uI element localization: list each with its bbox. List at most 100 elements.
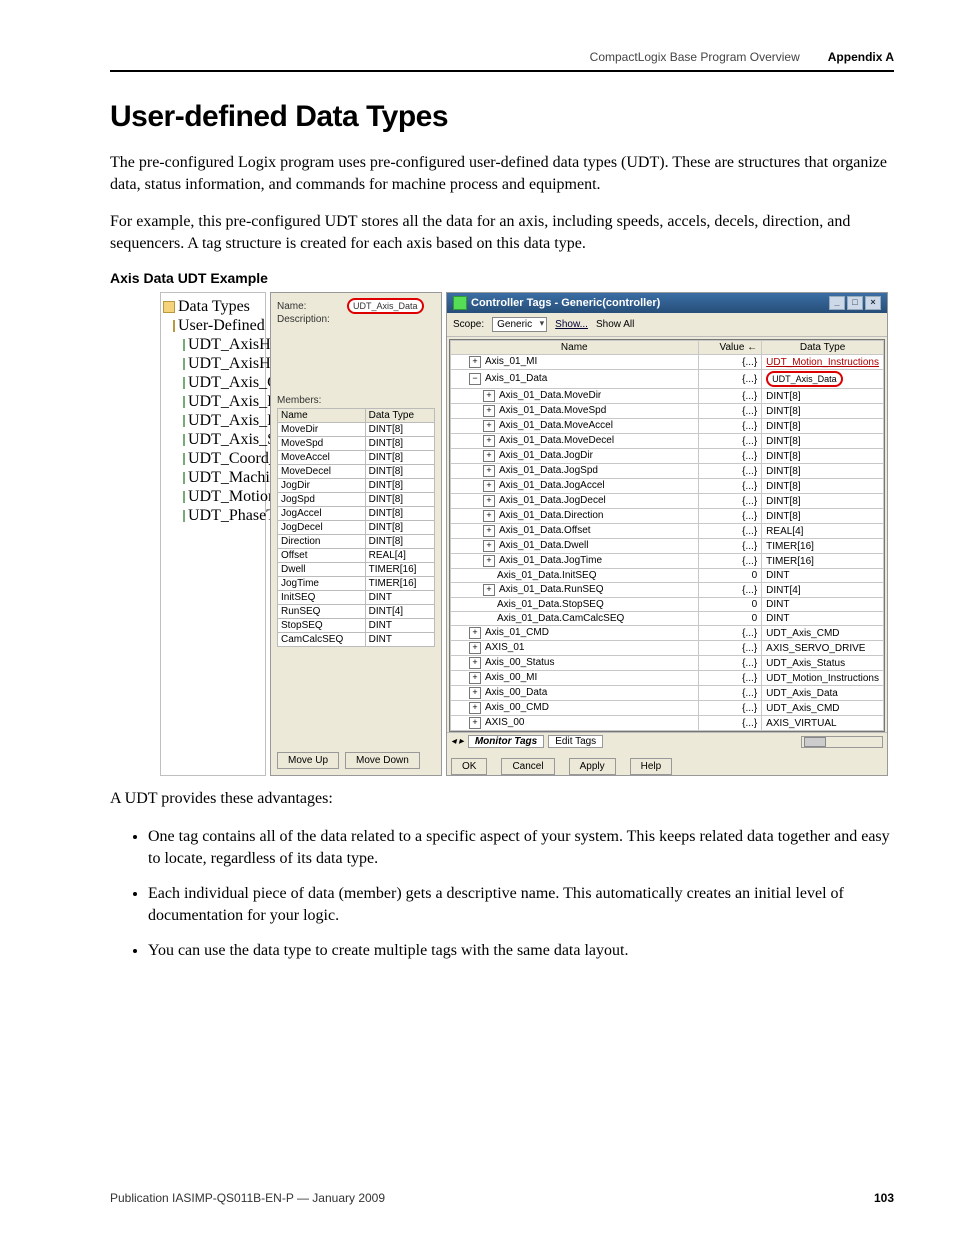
tags-col-name[interactable]: Name: [451, 341, 699, 355]
tree-root[interactable]: Data Types: [163, 298, 263, 316]
expand-icon[interactable]: +: [483, 480, 495, 492]
scope-combo[interactable]: Generic: [492, 317, 547, 332]
tag-row[interactable]: +Axis_01_Data.JogDecel{...}DINT[8]: [451, 494, 884, 509]
tags-col-value[interactable]: Value: [720, 342, 745, 353]
expand-icon[interactable]: +: [483, 390, 495, 402]
tree-item[interactable]: UDT_Machine: [183, 469, 263, 487]
tag-row[interactable]: +Axis_01_CMD{...}UDT_Axis_CMD: [451, 626, 884, 641]
expand-icon[interactable]: +: [469, 702, 481, 714]
expand-icon[interactable]: +: [483, 584, 495, 596]
tag-row[interactable]: −Axis_01_Data{...}UDT_Axis_Data: [451, 370, 884, 389]
expand-icon[interactable]: +: [483, 555, 495, 567]
member-row[interactable]: JogDirDINT[8]: [278, 479, 435, 493]
tag-row[interactable]: +Axis_01_Data.Dwell{...}TIMER[16]: [451, 539, 884, 554]
tags-col-type[interactable]: Data Type: [762, 341, 884, 355]
member-row[interactable]: MoveDirDINT[8]: [278, 423, 435, 437]
member-row[interactable]: MoveAccelDINT[8]: [278, 451, 435, 465]
expand-icon[interactable]: +: [483, 435, 495, 447]
tree-folder[interactable]: User-Defined: [173, 317, 263, 335]
move-up-button[interactable]: Move Up: [277, 752, 339, 769]
member-row[interactable]: JogTimeTIMER[16]: [278, 577, 435, 591]
cancel-button[interactable]: Cancel: [501, 758, 554, 775]
tag-row[interactable]: +Axis_01_Data.Direction{...}DINT[8]: [451, 509, 884, 524]
expand-icon[interactable]: −: [469, 373, 481, 385]
minimize-icon[interactable]: _: [829, 296, 845, 310]
tag-row[interactable]: Axis_01_Data.InitSEQ0DINT: [451, 569, 884, 583]
tree-item[interactable]: UDT_AxisHistory_CTRL: [183, 336, 263, 354]
expand-icon[interactable]: +: [483, 525, 495, 537]
tag-row[interactable]: +Axis_01_Data.Offset{...}REAL[4]: [451, 524, 884, 539]
tag-row[interactable]: +Axis_01_Data.JogTime{...}TIMER[16]: [451, 554, 884, 569]
edit-tags-tab[interactable]: Edit Tags: [548, 735, 603, 748]
expand-icon[interactable]: +: [483, 405, 495, 417]
expand-icon[interactable]: +: [469, 672, 481, 684]
monitor-tags-tab[interactable]: Monitor Tags: [468, 735, 544, 748]
tag-value: {...}: [698, 524, 762, 539]
expand-icon[interactable]: +: [483, 510, 495, 522]
tree-item[interactable]: UDT_Axis_Hc: [183, 412, 263, 430]
member-row[interactable]: StopSEQDINT: [278, 619, 435, 633]
tree-item[interactable]: UDT_PhaseTi: [183, 507, 263, 525]
maximize-icon[interactable]: □: [847, 296, 863, 310]
member-row[interactable]: JogSpdDINT[8]: [278, 493, 435, 507]
member-row[interactable]: JogDecelDINT[8]: [278, 521, 435, 535]
member-row[interactable]: MoveSpdDINT[8]: [278, 437, 435, 451]
member-row[interactable]: MoveDecelDINT[8]: [278, 465, 435, 479]
tag-row[interactable]: +Axis_01_Data.JogSpd{...}DINT[8]: [451, 464, 884, 479]
tree-item[interactable]: UDT_Axis_CMD: [183, 374, 263, 392]
tag-row[interactable]: +Axis_01_Data.MoveDecel{...}DINT[8]: [451, 434, 884, 449]
tag-row[interactable]: Axis_01_Data.CamCalcSEQ0DINT: [451, 612, 884, 626]
tag-row[interactable]: +Axis_01_Data.MoveSpd{...}DINT[8]: [451, 404, 884, 419]
tree-item[interactable]: UDT_Coord_I: [183, 450, 263, 468]
member-row[interactable]: RunSEQDINT[4]: [278, 605, 435, 619]
expand-icon[interactable]: +: [469, 642, 481, 654]
show-link[interactable]: Show...: [555, 319, 588, 330]
tag-row[interactable]: +AXIS_00{...}AXIS_VIRTUAL: [451, 716, 884, 731]
close-icon[interactable]: ×: [865, 296, 881, 310]
intro-paragraph-2: For example, this pre-configured UDT sto…: [110, 211, 894, 254]
tree-item[interactable]: UDT_Motion_: [183, 488, 263, 506]
expand-icon[interactable]: +: [469, 717, 481, 729]
tag-row[interactable]: Axis_01_Data.StopSEQ0DINT: [451, 598, 884, 612]
move-down-button[interactable]: Move Down: [345, 752, 420, 769]
tree-item[interactable]: UDT_Axis_St: [183, 431, 263, 449]
member-row[interactable]: DwellTIMER[16]: [278, 563, 435, 577]
expand-icon[interactable]: +: [469, 356, 481, 368]
ok-button[interactable]: OK: [451, 758, 487, 775]
tag-row[interactable]: +Axis_00_Status{...}UDT_Axis_Status: [451, 656, 884, 671]
member-row[interactable]: CamCalcSEQDINT: [278, 633, 435, 647]
member-row[interactable]: JogAccelDINT[8]: [278, 507, 435, 521]
file-icon: [183, 415, 185, 427]
tag-value: 0: [698, 569, 762, 583]
members-col-type[interactable]: Data Type: [365, 409, 434, 423]
members-col-name[interactable]: Name: [278, 409, 366, 423]
file-icon: [183, 491, 185, 503]
expand-icon[interactable]: +: [483, 450, 495, 462]
tree-item[interactable]: UDT_Axis_Data: [183, 393, 263, 411]
expand-icon[interactable]: +: [483, 420, 495, 432]
tree-item[interactable]: UDT_AxisHistory_DLM: [183, 355, 263, 373]
tag-row[interactable]: +Axis_00_Data{...}UDT_Axis_Data: [451, 686, 884, 701]
expand-icon[interactable]: +: [469, 657, 481, 669]
tag-row[interactable]: +Axis_00_CMD{...}UDT_Axis_CMD: [451, 701, 884, 716]
tags-titlebar[interactable]: Controller Tags - Generic(controller) _ …: [447, 293, 887, 313]
tag-row[interactable]: +Axis_01_Data.JogAccel{...}DINT[8]: [451, 479, 884, 494]
tag-row[interactable]: +Axis_01_MI{...}UDT_Motion_Instructions: [451, 355, 884, 370]
tag-row[interactable]: +Axis_01_Data.MoveDir{...}DINT[8]: [451, 389, 884, 404]
member-row[interactable]: OffsetREAL[4]: [278, 549, 435, 563]
apply-button[interactable]: Apply: [569, 758, 616, 775]
member-row[interactable]: DirectionDINT[8]: [278, 535, 435, 549]
help-button[interactable]: Help: [630, 758, 673, 775]
expand-icon[interactable]: +: [483, 495, 495, 507]
tag-row[interactable]: +Axis_01_Data.MoveAccel{...}DINT[8]: [451, 419, 884, 434]
member-row[interactable]: InitSEQDINT: [278, 591, 435, 605]
tag-row[interactable]: +Axis_01_Data.RunSEQ{...}DINT[4]: [451, 583, 884, 598]
tag-row[interactable]: +Axis_01_Data.JogDir{...}DINT[8]: [451, 449, 884, 464]
expand-icon[interactable]: +: [469, 687, 481, 699]
expand-icon[interactable]: +: [469, 627, 481, 639]
tag-row[interactable]: +Axis_00_MI{...}UDT_Motion_Instructions: [451, 671, 884, 686]
horizontal-scrollbar[interactable]: [801, 736, 883, 748]
tag-row[interactable]: +AXIS_01{...}AXIS_SERVO_DRIVE: [451, 641, 884, 656]
expand-icon[interactable]: +: [483, 540, 495, 552]
expand-icon[interactable]: +: [483, 465, 495, 477]
